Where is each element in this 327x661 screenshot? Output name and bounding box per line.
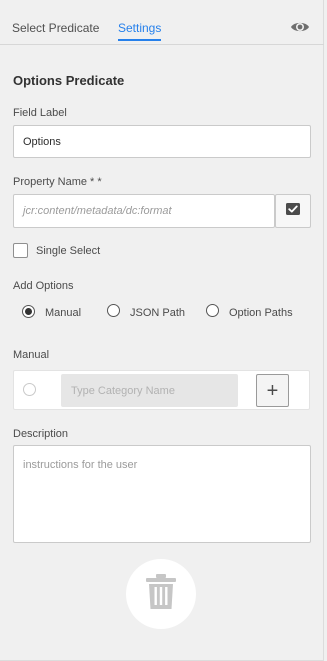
manual-label: Manual: [13, 349, 50, 361]
category-name-input[interactable]: Type Category Name: [61, 374, 238, 407]
tab-select-predicate[interactable]: Select Predicate: [12, 21, 99, 35]
checkmark-icon: [286, 202, 300, 220]
property-name-input[interactable]: jcr:content/metadata/dc:format: [13, 194, 275, 228]
plus-icon: +: [266, 379, 279, 402]
radio-option-paths-label: Option Paths: [229, 307, 293, 319]
field-label-label: Field Label: [13, 107, 67, 119]
tab-bar: Select Predicate Settings: [0, 0, 324, 45]
property-name-label: Property Name * *: [13, 176, 102, 188]
field-label-input[interactable]: Options: [13, 125, 311, 158]
section-title: Options Predicate: [13, 73, 125, 88]
property-name-picker-button[interactable]: [275, 194, 311, 228]
add-options-label: Add Options: [13, 280, 74, 292]
tab-settings[interactable]: Settings: [118, 21, 162, 41]
predicate-settings-panel: Select Predicate Settings Options Predic…: [0, 0, 324, 661]
manual-option-row: Type Category Name +: [13, 370, 310, 410]
radio-option-paths[interactable]: [206, 304, 219, 317]
option-default-radio[interactable]: [23, 383, 36, 396]
radio-json-path[interactable]: [107, 304, 120, 317]
radio-manual[interactable]: [22, 305, 35, 318]
trash-icon: [145, 573, 177, 616]
radio-manual-label: Manual: [45, 307, 82, 319]
description-textarea[interactable]: instructions for the user: [13, 445, 311, 543]
description-label: Description: [13, 428, 69, 440]
add-option-button[interactable]: +: [256, 374, 289, 407]
single-select-label: Single Select: [36, 245, 101, 257]
eye-icon[interactable]: [290, 18, 310, 36]
radio-json-path-label: JSON Path: [130, 307, 186, 319]
delete-button[interactable]: [126, 559, 196, 629]
single-select-checkbox[interactable]: [13, 243, 28, 258]
